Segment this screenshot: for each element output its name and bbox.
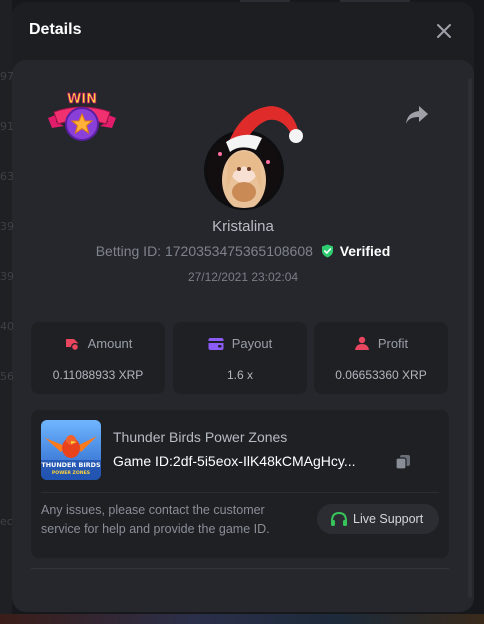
modal-header: Details: [12, 2, 474, 60]
background-text: 40: [0, 320, 14, 333]
stat-header-payout: Payout: [173, 336, 307, 351]
content-divider: [31, 568, 449, 569]
scrollbar[interactable]: [468, 78, 472, 598]
background-text: ec: [0, 515, 13, 528]
win-badge-text: WIN: [67, 92, 97, 107]
stat-value-payout: 1.6 x: [226, 368, 253, 382]
live-support-label: Live Support: [353, 512, 424, 526]
background-text: 97: [0, 70, 14, 83]
profit-icon: [354, 336, 369, 350]
santa-hat-icon: [226, 106, 303, 152]
live-support-button[interactable]: Live Support: [317, 504, 439, 534]
amount-icon: [65, 339, 79, 351]
background-text: 39: [0, 220, 14, 233]
game-thumbnail-art: THUNDER BIRDS POWER ZONES: [41, 420, 101, 480]
stat-value-profit: 0.06653360 XRP: [335, 368, 427, 382]
game-id-value: 2df-5i5eox-IlK48kCMAgHcy...: [172, 453, 356, 469]
background-text: 56: [0, 370, 14, 383]
details-panel: WIN Kristalina Betting ID: 1720353475365…: [12, 60, 474, 612]
stat-card-payout: Payout 1.6 x: [173, 322, 307, 394]
shield-check-icon: [321, 244, 333, 258]
support-issue-text: Any issues, please contact the customer …: [41, 503, 270, 536]
game-card-divider: [41, 492, 439, 493]
stat-label: Amount: [87, 336, 133, 351]
stat-card-profit: Profit 0.06653360 XRP: [314, 322, 448, 394]
game-name[interactable]: Thunder Birds Power Zones: [113, 429, 287, 445]
background-game-strip: [0, 614, 484, 624]
game-id-row: Game ID:2df-5i5eox-IlK48kCMAgHcy...: [113, 453, 356, 469]
betting-id-label: Betting ID:: [95, 243, 162, 259]
stat-header-amount: Amount: [31, 336, 165, 351]
modal-title: Details: [29, 21, 82, 38]
betting-id-row: Betting ID: 1720353475365108608 Verified: [12, 243, 474, 259]
stat-label: Payout: [231, 336, 273, 351]
betting-id-value[interactable]: 1720353475365108608: [165, 243, 313, 259]
details-modal: Details WIN Kristalina Betting ID: 17203…: [12, 2, 474, 612]
username: Kristalina: [212, 218, 274, 235]
headset-icon: [331, 511, 347, 526]
stat-label: Profit: [377, 336, 409, 351]
background-text: 91: [0, 120, 14, 133]
win-badge-icon: WIN: [48, 92, 116, 141]
game-card: THUNDER BIRDS POWER ZONES Thunder Birds …: [31, 410, 449, 558]
copy-icon[interactable]: [395, 454, 411, 470]
stat-header-profit: Profit: [314, 336, 448, 351]
background-page: [0, 0, 12, 624]
verified-label: Verified: [339, 243, 391, 259]
game-thumbnail[interactable]: THUNDER BIRDS POWER ZONES: [41, 420, 101, 480]
game-thumb-subtitle: POWER ZONES: [52, 470, 90, 476]
stat-value-amount: 0.11088933 XRP: [52, 368, 144, 382]
bet-timestamp: 27/12/2021 23:02:04: [187, 270, 299, 284]
wallet-icon: [208, 338, 224, 350]
game-thumb-title: THUNDER BIRDS: [41, 461, 101, 469]
close-icon[interactable]: [435, 22, 453, 40]
game-id-label: Game ID:: [113, 453, 173, 469]
background-text: 39: [0, 270, 14, 283]
background-text: 63: [0, 170, 14, 183]
stat-card-amount: Amount 0.11088933 XRP: [31, 322, 165, 394]
share-icon[interactable]: [404, 104, 430, 126]
